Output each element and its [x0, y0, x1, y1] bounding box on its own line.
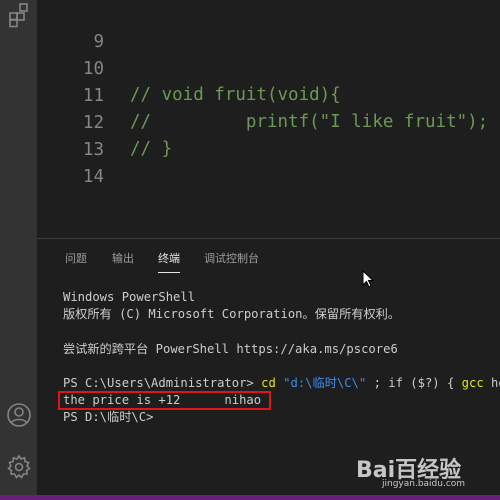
code-line: 13: [37, 111, 500, 160]
cmd-path: "d:\临时\C\": [283, 375, 367, 390]
tab-debug-console[interactable]: 调试控制台: [204, 250, 259, 266]
terminal-line: 版权所有 (C) Microsoft Corporation。保留所有权利。: [63, 307, 401, 322]
gear-icon[interactable]: [6, 454, 32, 480]
mouse-cursor-icon: [362, 270, 374, 288]
cmd-cd: cd: [261, 375, 276, 390]
code-line: 11 // printf("I like fruit");: [37, 57, 500, 132]
cmd-if: if: [388, 375, 403, 390]
terminal-prompt-line: PS D:\临时\C>: [63, 410, 154, 425]
cmd-condition: ($?) {: [402, 375, 462, 390]
cmd-separator: ;: [366, 375, 389, 390]
watermark-logo: Bai百经验 jingyan.baidu.com: [356, 452, 500, 495]
code-line: 14: [37, 138, 500, 187]
prompt: PS C:\Users\Administrator>: [63, 375, 262, 390]
cmd-gcc: gcc: [461, 375, 484, 390]
terminal-command-line: PS C:\Users\Administrator> cd "d:\临时\C\"…: [63, 375, 500, 392]
code-line: 12 // }: [37, 84, 500, 159]
activity-bar: [0, 0, 37, 495]
cmd-rest: hel: [490, 375, 500, 390]
tab-terminal[interactable]: 终端: [158, 250, 180, 273]
terminal-line: 尝试新的跨平台 PowerShell https://aka.ms/pscore…: [63, 341, 398, 356]
account-icon[interactable]: [6, 402, 32, 428]
tab-output[interactable]: 输出: [112, 250, 134, 266]
tab-problems[interactable]: 问题: [65, 250, 87, 266]
highlight-box: [58, 391, 271, 410]
watermark-url: jingyan.baidu.com: [382, 479, 466, 489]
terminal-line: Windows PowerShell: [63, 290, 196, 304]
panel-tabs: 问题 输出 终端 调试控制台: [37, 239, 500, 275]
code-line: 9: [37, 3, 500, 52]
code-editor[interactable]: 9 10 // void fruit(void){ 11 // printf("…: [37, 0, 500, 238]
code-line: 10 // void fruit(void){: [37, 30, 500, 105]
line-number: 14: [82, 167, 104, 187]
status-bar: [0, 495, 500, 500]
extensions-icon[interactable]: [6, 2, 32, 28]
